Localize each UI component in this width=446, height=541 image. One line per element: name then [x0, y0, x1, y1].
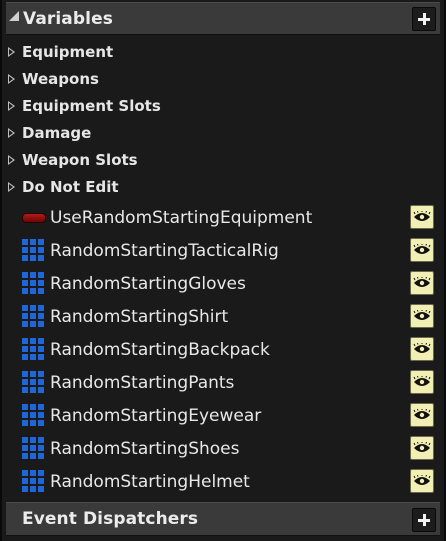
- event-dispatchers-section-title: Event Dispatchers: [22, 509, 199, 529]
- expand-arrow-icon[interactable]: [8, 47, 15, 57]
- variable-row-random-starting-shoes[interactable]: RandomStartingShoes: [6, 432, 440, 465]
- variable-row-random-starting-helmet[interactable]: RandomStartingHelmet: [6, 465, 440, 498]
- array-grid-icon: [22, 437, 44, 459]
- eye-icon[interactable]: [410, 370, 434, 394]
- variable-name: RandomStartingPants: [50, 372, 235, 393]
- array-grid-icon: [22, 404, 44, 426]
- category-label: Weapons: [22, 70, 99, 88]
- category-weapon-slots[interactable]: Weapon Slots: [8, 148, 138, 172]
- eye-icon[interactable]: [410, 271, 434, 295]
- eye-icon[interactable]: [410, 205, 434, 229]
- array-grid-icon: [22, 272, 44, 294]
- variable-row-random-starting-pants[interactable]: RandomStartingPants: [6, 366, 440, 399]
- variable-name: RandomStartingEyewear: [50, 405, 262, 426]
- category-equipment[interactable]: Equipment: [8, 40, 113, 64]
- variable-name: RandomStartingBackpack: [50, 339, 270, 360]
- expand-arrow-icon[interactable]: [8, 128, 15, 138]
- collapse-arrow-icon[interactable]: [9, 10, 19, 21]
- variable-row-random-starting-eyewear[interactable]: RandomStartingEyewear: [6, 399, 440, 432]
- variable-name: RandomStartingShoes: [50, 438, 240, 459]
- add-event-dispatcher-button[interactable]: [412, 508, 436, 532]
- variable-row-random-starting-tactical-rig[interactable]: RandomStartingTacticalRig: [6, 234, 440, 267]
- category-label: Do Not Edit: [22, 178, 119, 196]
- category-label: Equipment: [22, 43, 114, 61]
- array-grid-icon: [22, 470, 44, 492]
- variable-row-random-starting-shirt[interactable]: RandomStartingShirt: [6, 300, 440, 333]
- expand-arrow-icon[interactable]: [8, 182, 15, 192]
- category-equipment-slots[interactable]: Equipment Slots: [8, 94, 161, 118]
- variables-section-header[interactable]: Variables: [6, 2, 440, 35]
- variable-name: RandomStartingGloves: [50, 273, 246, 294]
- array-grid-icon: [22, 371, 44, 393]
- variables-section-title: Variables: [23, 8, 113, 29]
- category-label: Damage: [22, 124, 92, 142]
- array-grid-icon: [22, 338, 44, 360]
- expand-arrow-icon[interactable]: [8, 155, 15, 165]
- eye-icon[interactable]: [410, 238, 434, 262]
- event-dispatchers-section-header[interactable]: Event Dispatchers: [6, 502, 440, 536]
- eye-icon[interactable]: [410, 304, 434, 328]
- variable-name: UseRandomStartingEquipment: [50, 207, 313, 228]
- eye-icon[interactable]: [410, 436, 434, 460]
- variable-row-random-starting-gloves[interactable]: RandomStartingGloves: [6, 267, 440, 300]
- variable-name: RandomStartingShirt: [50, 306, 229, 327]
- category-label: Equipment Slots: [22, 97, 161, 115]
- my-blueprint-panel: Variables Equipment Weapons Equipment Sl…: [0, 0, 446, 541]
- eye-icon[interactable]: [410, 469, 434, 493]
- array-grid-icon: [22, 305, 44, 327]
- variable-row-use-random-starting-equipment[interactable]: UseRandomStartingEquipment: [6, 201, 440, 234]
- expand-arrow-icon[interactable]: [8, 74, 15, 84]
- eye-icon[interactable]: [410, 337, 434, 361]
- eye-icon[interactable]: [410, 403, 434, 427]
- category-do-not-edit[interactable]: Do Not Edit: [8, 175, 119, 199]
- variable-name: RandomStartingHelmet: [50, 471, 250, 492]
- category-label: Weapon Slots: [22, 151, 138, 169]
- expand-arrow-icon[interactable]: [8, 101, 15, 111]
- variable-name: RandomStartingTacticalRig: [50, 240, 279, 261]
- category-damage[interactable]: Damage: [8, 121, 91, 145]
- add-variable-button[interactable]: [412, 7, 436, 31]
- variable-row-random-starting-backpack[interactable]: RandomStartingBackpack: [6, 333, 440, 366]
- boolean-pill-icon: [22, 213, 46, 223]
- array-grid-icon: [22, 239, 44, 261]
- category-weapons[interactable]: Weapons: [8, 67, 99, 91]
